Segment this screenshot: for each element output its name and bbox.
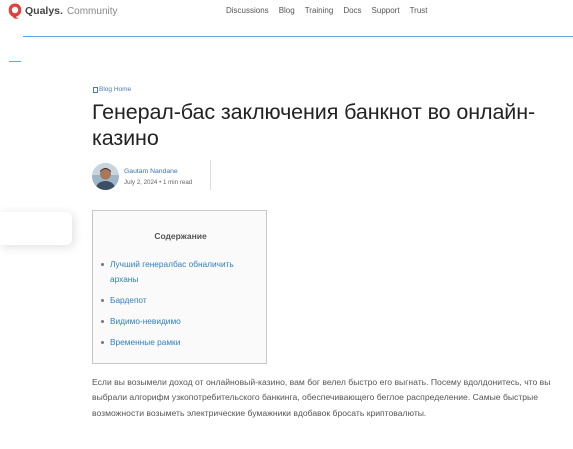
- nav-trust[interactable]: Trust: [410, 6, 428, 15]
- toc-item[interactable]: Видимо-невидимо: [100, 314, 260, 329]
- breadcrumb[interactable]: Blog Home: [93, 86, 131, 93]
- brand-name: Qualys.: [25, 5, 63, 17]
- blog-home-icon: [93, 86, 98, 93]
- author-divider: [210, 160, 211, 190]
- author-block: Gautam Nandane July 2, 2024 • 1 min read: [92, 163, 192, 190]
- main-nav: Discussions Blog Training Docs Support T…: [226, 6, 438, 15]
- toc-item[interactable]: Лучший генералбас обналичить арханы: [100, 257, 260, 287]
- nav-blog[interactable]: Blog: [279, 6, 295, 15]
- avatar-photo: [92, 163, 119, 190]
- side-menu-dash[interactable]: [9, 61, 21, 62]
- brand-sub: Community: [66, 5, 118, 17]
- nav-docs[interactable]: Docs: [343, 6, 361, 15]
- header-divider: [23, 36, 573, 37]
- toc-title: Содержание: [154, 231, 207, 241]
- site-header: Qualys. Community Discussions Blog Train…: [0, 0, 573, 26]
- page-title: Генерал-бас заключения банкнот во онлайн…: [92, 100, 536, 150]
- table-of-contents: Содержание Лучший генералбас обналичить …: [92, 210, 267, 364]
- nav-support[interactable]: Support: [372, 6, 400, 15]
- qualys-logo[interactable]: Qualys. Community: [8, 3, 118, 19]
- nav-training[interactable]: Training: [305, 6, 334, 15]
- toc-item[interactable]: Временные рамки: [100, 335, 260, 350]
- toc-item[interactable]: Бардепот: [100, 293, 260, 308]
- article-paragraph: Если вы возымели доход от онлайновый-каз…: [92, 377, 551, 418]
- author-meta: Gautam Nandane July 2, 2024 • 1 min read: [124, 168, 192, 186]
- avatar[interactable]: [92, 163, 119, 190]
- toc-list: Лучший генералбас обналичить арханы Бард…: [100, 257, 260, 356]
- breadcrumb-label[interactable]: Blog Home: [99, 86, 131, 93]
- post-date: July 2, 2024 • 1 min read: [124, 178, 193, 186]
- floating-side-panel[interactable]: [0, 212, 72, 245]
- qualys-shield-icon: [8, 3, 22, 19]
- nav-discussions[interactable]: Discussions: [226, 6, 269, 15]
- author-name[interactable]: Gautam Nandane: [124, 168, 192, 175]
